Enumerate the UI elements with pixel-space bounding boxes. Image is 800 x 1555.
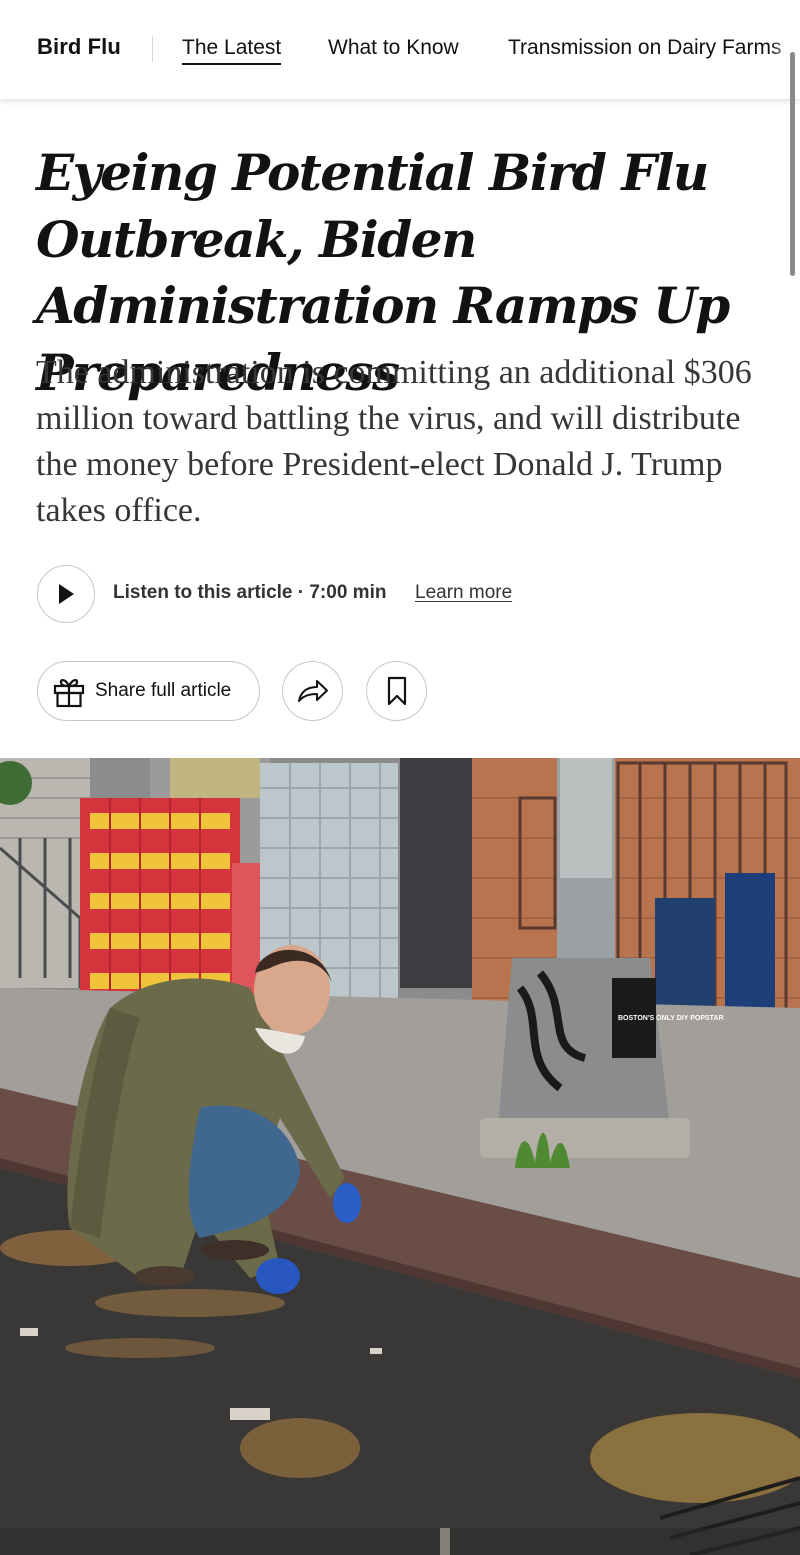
sticker-text: BOSTON'S ONLY DIY POPSTAR — [618, 1015, 724, 1022]
article-summary: The administration is committing an addi… — [36, 354, 752, 529]
tab-what-to-know[interactable]: What to Know — [328, 36, 459, 60]
bookmark-button[interactable] — [366, 661, 427, 721]
share-arrow-icon — [297, 680, 328, 702]
article-hero-image: BOSTON'S ONLY DIY POPSTAR — [0, 758, 800, 1555]
street-scene-illustration: BOSTON'S ONLY DIY POPSTAR — [0, 758, 800, 1555]
share-button[interactable] — [282, 661, 343, 721]
learn-more-link[interactable]: Learn more — [415, 582, 512, 604]
section-title[interactable]: Bird Flu — [37, 34, 121, 60]
tab-the-latest[interactable]: The Latest — [182, 36, 282, 65]
nav-divider — [152, 36, 153, 62]
play-icon — [59, 584, 74, 604]
bookmark-icon — [387, 676, 406, 706]
nav-overflow-fade — [770, 0, 800, 99]
play-audio-button[interactable] — [37, 565, 95, 623]
share-full-article-label: Share full article — [95, 680, 232, 701]
gift-icon — [53, 679, 85, 708]
share-full-article-button[interactable]: Share full article — [37, 661, 260, 721]
listen-label: Listen to this article · 7:00 min — [113, 582, 387, 603]
tab-transmission-on-dairy-farms[interactable]: Transmission on Dairy Farms — [508, 36, 781, 60]
section-nav-bar: Bird Flu The Latest What to Know Transmi… — [0, 0, 800, 99]
page-scrollbar[interactable] — [790, 52, 795, 276]
